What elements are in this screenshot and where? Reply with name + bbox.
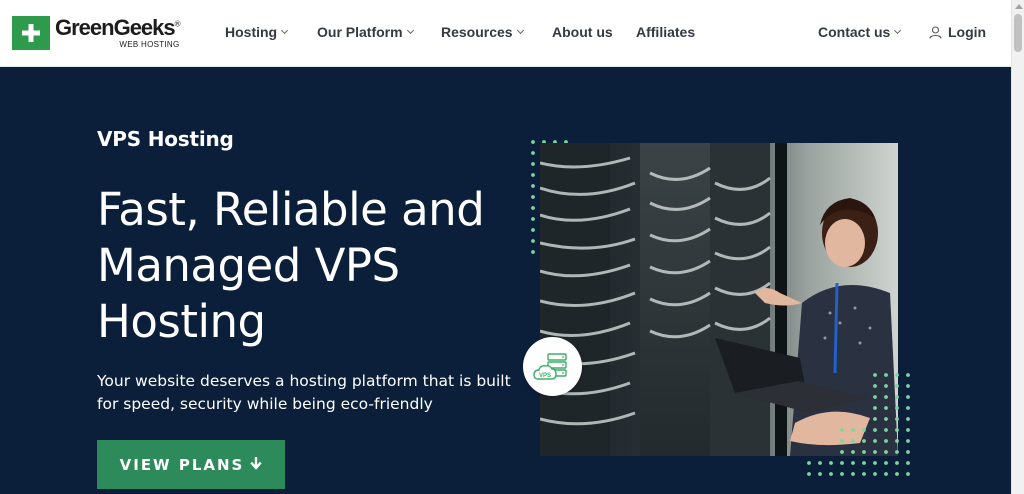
decor-dot — [862, 472, 866, 476]
decor-dot — [840, 461, 844, 465]
page-scrollbar[interactable] — [1011, 0, 1024, 494]
scroll-up-arrow-icon[interactable] — [1015, 4, 1023, 9]
decor-dot — [851, 472, 855, 476]
chevron-down-icon — [516, 26, 524, 34]
vps-badge: VPS — [523, 337, 582, 396]
scroll-thumb[interactable] — [1014, 14, 1022, 52]
decor-dot — [884, 395, 888, 399]
hero-subtext: Your website deserves a hosting platform… — [97, 372, 511, 413]
view-plans-button[interactable]: VIEW PLANS — [97, 440, 285, 489]
nav-login[interactable]: Login — [929, 24, 986, 40]
decor-dot — [840, 472, 844, 476]
decor-dot — [873, 450, 877, 454]
decor-dot — [906, 450, 910, 454]
decor-dot — [807, 472, 811, 476]
vps-cloud-server-icon: VPS — [532, 352, 567, 380]
decor-dot — [884, 373, 888, 377]
decor-dot — [862, 428, 866, 432]
decor-dot — [873, 384, 877, 388]
decor-dot — [873, 461, 877, 465]
decor-dot — [851, 428, 855, 432]
site-header: GreenGeeks® WEB HOSTING Hosting Our Plat… — [0, 0, 1011, 67]
nav-about-us[interactable]: About us — [552, 24, 613, 40]
decor-dot — [829, 461, 833, 465]
hero-headline: Fast, Reliable and Managed VPS Hosting — [97, 183, 485, 348]
nav-affiliates[interactable]: Affiliates — [636, 24, 695, 40]
decor-dot — [884, 461, 888, 465]
decor-dot — [873, 417, 877, 421]
chevron-down-icon — [281, 26, 289, 34]
decor-dot — [862, 461, 866, 465]
decor-dot — [906, 472, 910, 476]
decor-dot — [818, 472, 822, 476]
decor-dot — [884, 472, 888, 476]
hero-section: VPS Hosting Fast, Reliable and Managed V… — [0, 67, 1011, 494]
decor-dot — [851, 439, 855, 443]
decor-dot — [884, 417, 888, 421]
logo-wordmark: GreenGeeks® — [55, 15, 181, 40]
dot-pattern-decoration — [807, 373, 910, 476]
decor-dot — [906, 395, 910, 399]
hero-eyebrow: VPS Hosting — [97, 127, 234, 151]
decor-dot — [884, 439, 888, 443]
decor-dot — [895, 428, 899, 432]
decor-dot — [906, 373, 910, 377]
decor-dot — [862, 439, 866, 443]
greengeeks-logo[interactable]: GreenGeeks® WEB HOSTING — [12, 15, 181, 50]
decor-dot — [906, 384, 910, 388]
decor-dot — [906, 406, 910, 410]
decor-dot — [895, 373, 899, 377]
decor-dot — [851, 461, 855, 465]
decor-dot — [807, 461, 811, 465]
decor-dot — [895, 406, 899, 410]
decor-dot — [895, 461, 899, 465]
arrow-down-icon — [250, 456, 263, 474]
decor-dot — [862, 450, 866, 454]
nav-hosting[interactable]: Hosting — [225, 24, 289, 40]
decor-dot — [873, 406, 877, 410]
chevron-down-icon — [894, 26, 902, 34]
decor-dot — [895, 417, 899, 421]
decor-dot — [829, 472, 833, 476]
chevron-down-icon — [406, 26, 414, 34]
decor-dot — [840, 450, 844, 454]
nav-our-platform[interactable]: Our Platform — [317, 24, 414, 40]
decor-dot — [818, 461, 822, 465]
nav-contact-us[interactable]: Contact us — [818, 24, 902, 40]
decor-dot — [895, 450, 899, 454]
decor-dot — [884, 406, 888, 410]
logo-subtitle: WEB HOSTING — [119, 40, 180, 49]
decor-dot — [873, 439, 877, 443]
decor-dot — [895, 439, 899, 443]
user-icon — [929, 25, 942, 39]
decor-dot — [906, 439, 910, 443]
vps-badge-label: VPS — [538, 373, 550, 379]
decor-dot — [906, 417, 910, 421]
decor-dot — [884, 384, 888, 388]
decor-dot — [851, 450, 855, 454]
decor-dot — [884, 428, 888, 432]
decor-dot — [895, 395, 899, 399]
decor-dot — [895, 472, 899, 476]
decor-dot — [873, 373, 877, 377]
decor-dot — [873, 395, 877, 399]
nav-resources[interactable]: Resources — [441, 24, 524, 40]
decor-dot — [873, 428, 877, 432]
decor-dot — [906, 461, 910, 465]
logo-plus-icon — [12, 16, 50, 50]
decor-dot — [906, 428, 910, 432]
decor-dot — [873, 472, 877, 476]
decor-dot — [840, 428, 844, 432]
decor-dot — [895, 384, 899, 388]
decor-dot — [884, 450, 888, 454]
decor-dot — [840, 439, 844, 443]
